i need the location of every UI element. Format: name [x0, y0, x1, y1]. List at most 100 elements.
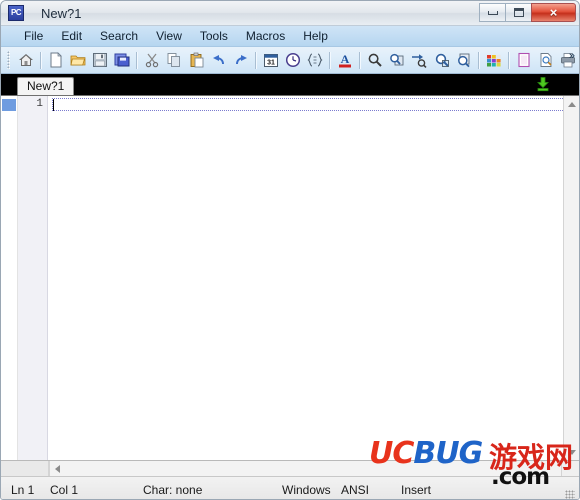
status-line-ending: Windows: [282, 483, 331, 497]
status-encoding: ANSI: [341, 483, 370, 497]
line-number: 1: [36, 98, 43, 110]
status-char: Char: none: [143, 483, 203, 497]
toolbar-overflow-button[interactable]: »: [569, 50, 575, 62]
svg-text:31: 31: [267, 59, 275, 66]
save-download-icon: [537, 77, 549, 92]
toolbar-separator: [136, 51, 139, 69]
menu-item-help[interactable]: Help: [294, 27, 337, 45]
maximize-button[interactable]: [505, 3, 532, 22]
menu-item-macros[interactable]: Macros: [237, 27, 294, 45]
editor-area: 1: [1, 96, 579, 461]
bookmark-gutter[interactable]: [1, 96, 18, 460]
insert-date-button[interactable]: 31: [261, 50, 281, 71]
menu-bar: File Edit Search View Tools Macros Help: [1, 26, 579, 47]
bookmark-marker[interactable]: [2, 99, 16, 111]
horizontal-scrollbar[interactable]: [49, 461, 561, 476]
cut-icon: [146, 53, 159, 68]
code-editor[interactable]: [48, 96, 563, 460]
find-previous-icon: [457, 53, 470, 68]
title-bar: PC New?1 ×: [1, 1, 579, 26]
search-button[interactable]: [365, 50, 385, 71]
scrollbar-end-corner: [561, 461, 579, 476]
status-bar: Ln 1 Col 1 Char: none Windows ANSI Inser…: [1, 477, 579, 499]
open-folder-icon: [70, 55, 86, 66]
menu-item-tools[interactable]: Tools: [191, 27, 237, 45]
redo-icon: [235, 55, 247, 65]
close-icon: ×: [549, 5, 558, 20]
insert-time-button[interactable]: [283, 50, 303, 71]
paste-icon: [190, 52, 204, 68]
text-caret: [53, 99, 54, 111]
format-code-button[interactable]: [305, 50, 325, 71]
save-all-button[interactable]: [112, 50, 132, 71]
toolbar: 31 A »: [1, 47, 579, 74]
tab-save-button[interactable]: [535, 76, 551, 92]
clock-icon: [285, 52, 301, 68]
print-preview-button[interactable]: [536, 50, 556, 71]
status-insert-mode: Insert: [401, 483, 432, 497]
toolbar-separator: [254, 51, 257, 69]
svg-text:A: A: [341, 52, 350, 66]
vertical-scrollbar[interactable]: [563, 96, 579, 460]
toolbar-grip[interactable]: [7, 51, 10, 69]
maximize-icon: [513, 8, 524, 17]
line-number-gutter: 1: [18, 96, 48, 460]
app-icon: PC: [8, 5, 24, 21]
color-palette-button[interactable]: [484, 50, 504, 71]
toolbar-separator: [39, 51, 42, 69]
save-all-icon: [114, 53, 130, 67]
horizontal-scrollbar-row: [1, 461, 579, 477]
undo-icon: [212, 55, 224, 65]
status-column: Col 1: [50, 483, 79, 497]
tab-strip: New?1: [1, 74, 579, 96]
save-button[interactable]: [90, 50, 110, 71]
resize-grip[interactable]: [565, 490, 575, 499]
chevron-left-icon: [54, 464, 60, 473]
goto-line-button[interactable]: [409, 50, 429, 71]
find-next-icon: [435, 53, 449, 67]
calendar-icon: 31: [263, 54, 278, 67]
new-file-button[interactable]: [46, 50, 66, 71]
font-color-button[interactable]: A: [335, 50, 355, 71]
page-setup-button[interactable]: [514, 50, 534, 71]
print-preview-icon: [540, 53, 552, 67]
find-in-files-icon: [390, 53, 404, 66]
menu-item-search[interactable]: Search: [91, 27, 147, 45]
search-icon: [368, 53, 382, 67]
find-in-files-button[interactable]: [387, 50, 407, 71]
active-line-indicator: [52, 98, 563, 111]
toolbar-separator: [507, 51, 510, 69]
find-previous-button[interactable]: [454, 50, 474, 71]
open-file-button[interactable]: [68, 50, 88, 71]
page-setup-icon: [518, 52, 530, 68]
home-icon: [18, 54, 33, 66]
application-window: PC New?1 × File Edit Search View Tools M…: [0, 0, 580, 500]
close-button[interactable]: ×: [531, 3, 576, 22]
toolbar-separator: [359, 51, 362, 69]
menu-item-view[interactable]: View: [147, 27, 191, 45]
scroll-down-button[interactable]: [564, 445, 579, 459]
save-icon: [93, 53, 108, 67]
redo-button[interactable]: [231, 50, 251, 71]
scrollbar-corner: [1, 461, 49, 476]
copy-button[interactable]: [164, 50, 184, 71]
goto-line-icon: [412, 54, 427, 68]
chevron-down-icon: [567, 449, 576, 455]
home-button[interactable]: [16, 50, 36, 71]
cut-button[interactable]: [142, 50, 162, 71]
menu-item-file[interactable]: File: [15, 27, 52, 45]
paste-button[interactable]: [187, 50, 207, 71]
window-controls: ×: [479, 3, 576, 22]
scroll-left-button[interactable]: [50, 461, 64, 476]
format-code-icon: [307, 53, 323, 67]
tab-new-1[interactable]: New?1: [17, 77, 75, 95]
minimize-icon: [487, 10, 498, 15]
window-title: New?1: [41, 5, 82, 21]
menu-item-edit[interactable]: Edit: [52, 27, 91, 45]
find-next-button[interactable]: [432, 50, 452, 71]
undo-button[interactable]: [209, 50, 229, 71]
font-color-icon: A: [339, 52, 352, 68]
new-file-icon: [50, 52, 62, 68]
minimize-button[interactable]: [479, 3, 506, 22]
scroll-up-button[interactable]: [564, 97, 579, 111]
